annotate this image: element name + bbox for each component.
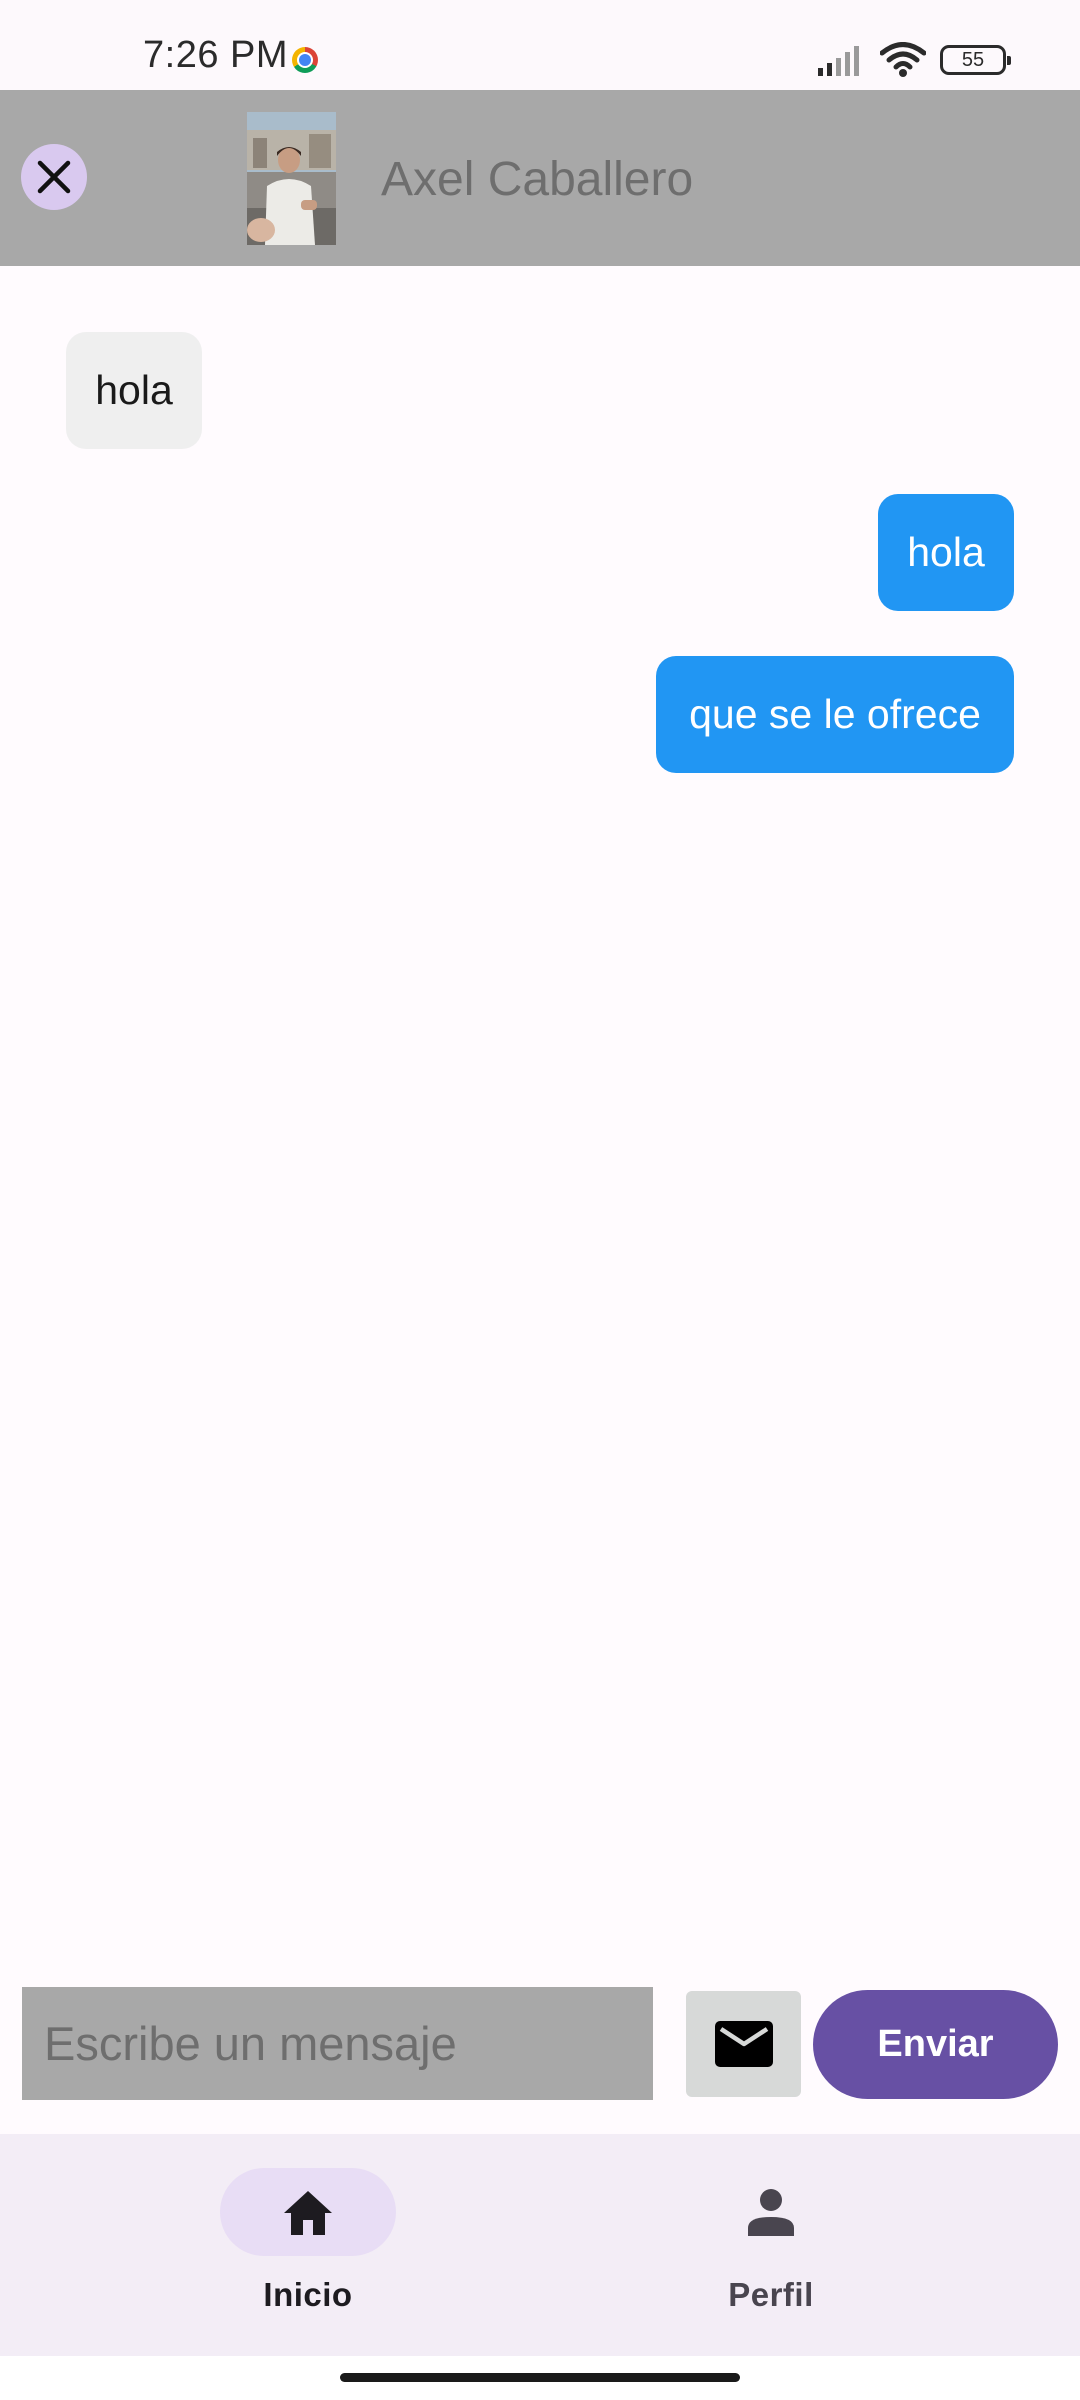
contact-name: Axel Caballero [381, 153, 694, 206]
mail-button[interactable] [686, 1991, 801, 2097]
nav-label-inicio: Inicio [263, 2276, 353, 2313]
avatar-photo [247, 112, 336, 245]
status-icons: 55 [818, 42, 1011, 78]
nav-icon-container [683, 2168, 859, 2256]
battery-level: 55 [961, 48, 985, 71]
person-icon [748, 2189, 794, 2236]
nav-item-perfil[interactable]: Perfil [651, 2168, 891, 2314]
nav-label-perfil: Perfil [728, 2276, 814, 2313]
contact-avatar[interactable] [247, 112, 336, 245]
battery-icon: 55 [940, 45, 1011, 75]
mail-icon [714, 2021, 773, 2067]
nav-item-inicio[interactable]: Inicio [188, 2168, 428, 2314]
home-indicator[interactable] [340, 2373, 740, 2382]
status-bar: 7:26 PM 55 [0, 0, 1080, 90]
send-button[interactable]: Enviar [813, 1990, 1058, 2099]
chrome-icon [292, 47, 318, 73]
chat-header: Axel Caballero [0, 90, 1080, 266]
message-incoming: hola [66, 332, 202, 449]
home-icon [284, 2191, 332, 2235]
nav-active-indicator [220, 2168, 396, 2256]
close-button[interactable] [21, 144, 87, 210]
status-time: 7:26 PM [143, 34, 289, 76]
bottom-navigation: Inicio Perfil [0, 2134, 1080, 2356]
message-list[interactable]: hola hola que se le ofrece [0, 266, 1080, 1964]
signal-icon [818, 46, 859, 76]
gesture-bar [0, 2356, 1080, 2400]
message-input[interactable] [22, 1987, 653, 2100]
close-icon [37, 160, 71, 194]
message-outgoing: hola [878, 494, 1014, 611]
message-outgoing: que se le ofrece [656, 656, 1014, 773]
wifi-icon [880, 42, 926, 77]
message-composer: Enviar [0, 1964, 1080, 2134]
